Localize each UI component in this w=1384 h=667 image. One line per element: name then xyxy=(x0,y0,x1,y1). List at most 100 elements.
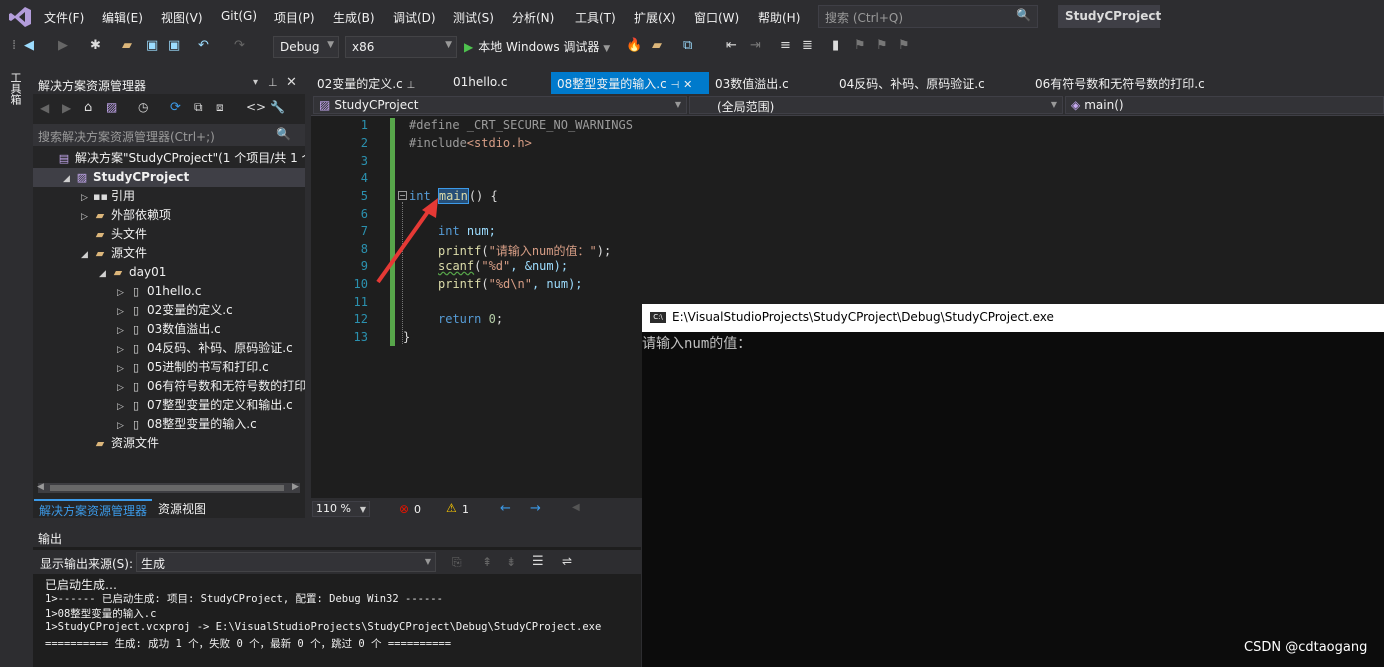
tree-item[interactable]: ▷ ▯ 06有符号数和无符号数的打印.c xyxy=(33,377,305,396)
menu-analyze[interactable]: 分析(N) xyxy=(512,9,554,26)
collapse-all-icon[interactable]: ⧉ xyxy=(194,100,203,115)
save-icon[interactable]: ▣ xyxy=(146,38,158,53)
tree-item[interactable]: ▷ ▯ 02变量的定义.c xyxy=(33,301,305,320)
save-all-icon[interactable]: ▣ xyxy=(168,38,180,53)
expanded-chevron-icon[interactable]: ◢ xyxy=(63,170,75,187)
close-icon[interactable]: ✕ xyxy=(683,78,692,91)
tree-item[interactable]: ▷ ▰ 外部依赖项 xyxy=(33,206,305,225)
platform-dropdown[interactable]: x86 ▼ xyxy=(345,36,457,58)
expanded-chevron-icon[interactable]: ◢ xyxy=(99,265,111,282)
scroll-right-icon[interactable]: ▶ xyxy=(292,482,299,492)
start-debugging-button[interactable]: ▶ 本地 Windows 调试器 ▼ xyxy=(464,38,610,55)
error-icon[interactable]: ⊗ xyxy=(399,502,409,516)
switch-views-icon[interactable]: ▨ xyxy=(106,100,117,114)
new-project-icon[interactable]: ✱ xyxy=(90,38,101,53)
word-wrap-icon[interactable]: ⇌ xyxy=(562,554,572,568)
pin-icon[interactable]: ⊣ xyxy=(671,80,680,91)
search-icon[interactable]: 🔍 xyxy=(1016,8,1031,22)
scroll-left-icon[interactable]: ◀ xyxy=(572,502,580,513)
step-icon[interactable]: ⇤ xyxy=(726,38,737,53)
menu-build[interactable]: 生成(B) xyxy=(333,9,375,26)
collapsed-chevron-icon[interactable]: ▷ xyxy=(117,417,129,434)
console-window[interactable] xyxy=(642,304,1384,667)
code-icon[interactable]: <> xyxy=(246,100,266,114)
tree-item[interactable]: ▷ ▯ 03数值溢出.c xyxy=(33,320,305,339)
scrollbar-thumb[interactable] xyxy=(50,485,284,491)
menu-debug[interactable]: 调试(D) xyxy=(393,9,436,26)
tree-item[interactable]: ▷ ▯ 04反码、补码、原码验证.c xyxy=(33,339,305,358)
open-folder-icon[interactable]: ▰ xyxy=(122,38,132,53)
tree-item[interactable]: ▤ 解决方案"StudyCProject"(1 个项目/共 1 个) xyxy=(33,149,305,168)
pending-changes-icon[interactable]: ◷ xyxy=(138,100,148,114)
tree-item[interactable]: ▷ ▯ 01hello.c xyxy=(33,282,305,301)
format-icon[interactable]: ≡ xyxy=(780,38,791,53)
solution-search-input[interactable]: 搜索解决方案资源管理器(Ctrl+;) xyxy=(33,124,305,146)
forward-icon[interactable]: ▶ xyxy=(58,38,68,53)
search-input[interactable]: 搜索 (Ctrl+Q) xyxy=(818,5,1038,28)
collapsed-chevron-icon[interactable]: ▷ xyxy=(117,398,129,415)
menu-view[interactable]: 视图(V) xyxy=(161,9,203,26)
se-forward-icon[interactable]: ▶ xyxy=(62,101,71,115)
home-icon[interactable]: ⌂ xyxy=(84,100,92,115)
menu-tools[interactable]: 工具(T) xyxy=(575,9,616,26)
pin-icon[interactable]: ⊥ xyxy=(407,80,416,91)
tab-04[interactable]: 04反码、补码、原码验证.c xyxy=(833,72,1029,94)
undo-icon[interactable]: ↶ xyxy=(198,38,209,53)
tab-06[interactable]: 06有符号数和无符号数的打印.c xyxy=(1029,72,1241,94)
pin-icon[interactable]: ▾ xyxy=(253,77,258,88)
next-message-icon[interactable]: ⇟ xyxy=(506,555,516,569)
console-titlebar[interactable]: C:\ E:\VisualStudioProjects\StudyCProject… xyxy=(642,304,1384,332)
clear-all-icon[interactable]: ☰ xyxy=(532,554,544,569)
prev-issue-icon[interactable]: ← xyxy=(500,501,511,516)
zoom-dropdown[interactable]: 110 % ▼ xyxy=(312,501,370,517)
properties-wrench-icon[interactable]: 🔧 xyxy=(270,100,285,114)
comment-icon[interactable]: ≣ xyxy=(802,38,813,53)
menu-project[interactable]: 项目(P) xyxy=(274,9,315,26)
tree-item[interactable]: ◢ ▰ 源文件 xyxy=(33,244,305,263)
show-all-files-icon[interactable]: ⧈ xyxy=(216,100,224,115)
warning-icon[interactable]: ⚠ xyxy=(446,501,457,515)
menu-window[interactable]: 窗口(W) xyxy=(694,9,739,26)
tree-item[interactable]: ◢ ▨ StudyCProject xyxy=(33,168,305,187)
collapsed-chevron-icon[interactable]: ▷ xyxy=(81,208,93,225)
tree-item[interactable]: ▷ ▪▪ 引用 xyxy=(33,187,305,206)
tab-02[interactable]: 02变量的定义.c ⊥ xyxy=(311,72,447,94)
tab-solution-explorer[interactable]: 解决方案资源管理器 xyxy=(34,499,153,518)
collapsed-chevron-icon[interactable]: ▷ xyxy=(81,189,93,206)
menu-test[interactable]: 测试(S) xyxy=(453,9,494,26)
tree-item[interactable]: ▷ ▯ 08整型变量的输入.c xyxy=(33,415,305,434)
collapsed-chevron-icon[interactable]: ▷ xyxy=(117,379,129,396)
clear-bookmarks-icon[interactable]: ⚑ xyxy=(898,38,910,53)
tree-item[interactable]: ▷ ▯ 07整型变量的定义和输出.c xyxy=(33,396,305,415)
collapsed-chevron-icon[interactable]: ▷ xyxy=(117,360,129,377)
prev-message-icon[interactable]: ⇞ xyxy=(482,555,492,569)
hot-reload-icon[interactable]: 🔥 xyxy=(626,38,642,53)
find-message-icon[interactable]: ⎘ xyxy=(452,555,462,570)
collapsed-chevron-icon[interactable]: ▷ xyxy=(117,322,129,339)
se-back-icon[interactable]: ◀ xyxy=(40,101,49,115)
auto-hide-pin-icon[interactable]: ⊥ xyxy=(268,76,278,89)
menu-help[interactable]: 帮助(H) xyxy=(758,9,800,26)
scope-dropdown[interactable]: (全局范围) ▼ xyxy=(689,96,1063,114)
menu-git[interactable]: Git(G) xyxy=(221,9,257,23)
expanded-chevron-icon[interactable]: ◢ xyxy=(81,246,93,263)
toolbox-tab[interactable]: 工具箱 xyxy=(9,72,23,105)
tree-item[interactable]: ▰ 头文件 xyxy=(33,225,305,244)
tree-item[interactable]: ▷ ▯ 05进制的书写和打印.c xyxy=(33,358,305,377)
project-dropdown[interactable]: ▨ StudyCProject ▼ xyxy=(313,96,687,114)
tab-03[interactable]: 03数值溢出.c xyxy=(709,72,833,94)
tab-08-active[interactable]: 08整型变量的输入.c ⊣ ✕ xyxy=(551,72,709,94)
next-issue-icon[interactable]: → xyxy=(530,501,541,516)
menu-file[interactable]: 文件(F) xyxy=(44,9,84,26)
step-over-icon[interactable]: ⇥ xyxy=(750,38,761,53)
close-icon[interactable]: ✕ xyxy=(286,75,297,90)
member-dropdown[interactable]: ◈ main() xyxy=(1065,96,1384,114)
next-bookmark-icon[interactable]: ⚑ xyxy=(876,38,888,53)
collapsed-chevron-icon[interactable]: ▷ xyxy=(117,284,129,301)
browse-icon[interactable]: ⧉ xyxy=(683,38,692,53)
tab-01hello[interactable]: 01hello.c xyxy=(447,72,551,94)
tree-item[interactable]: ◢ ▰ day01 xyxy=(33,263,305,282)
collapsed-chevron-icon[interactable]: ▷ xyxy=(117,303,129,320)
collapsed-chevron-icon[interactable]: ▷ xyxy=(117,341,129,358)
tab-resource-view[interactable]: 资源视图 xyxy=(153,499,211,517)
